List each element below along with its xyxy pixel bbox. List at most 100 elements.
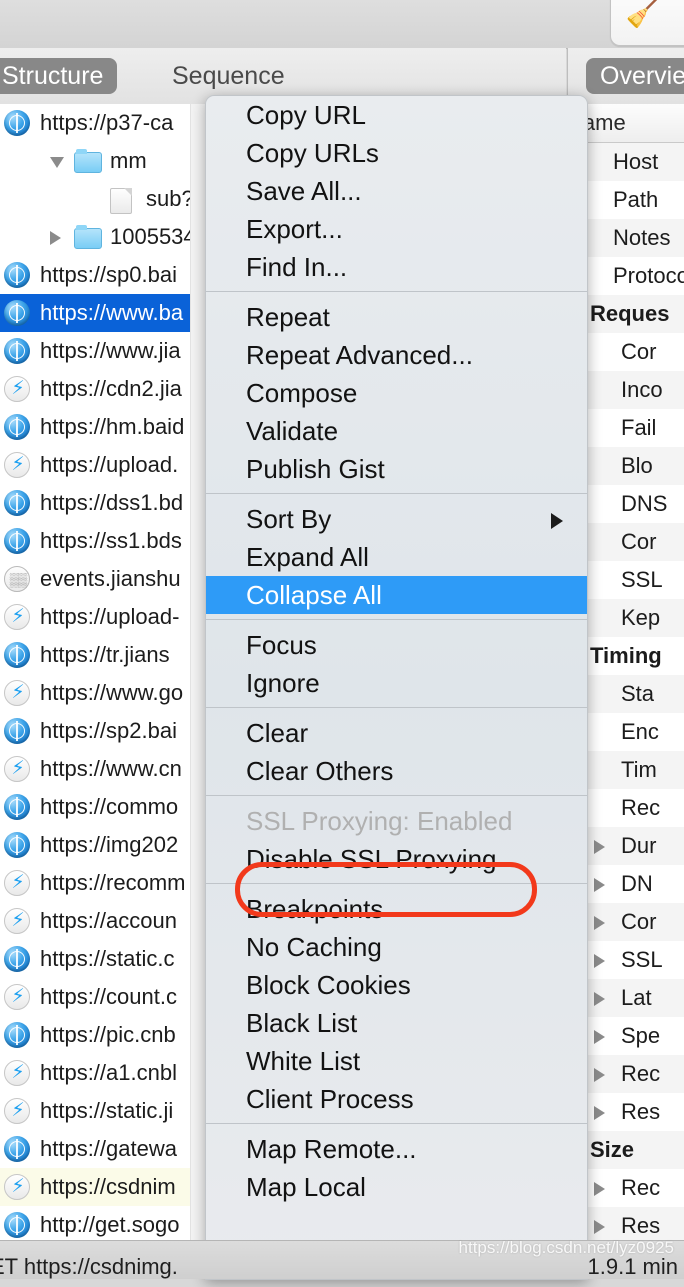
tab-sequence[interactable]: Sequence: [172, 58, 285, 94]
tree-row-label: https://commo: [40, 794, 179, 819]
property-label: Inco: [621, 377, 663, 402]
tree-row[interactable]: ⚡ https://a1.cnbl: [0, 1054, 206, 1092]
tree-row-label: https://www.go: [40, 680, 184, 705]
tab-structure[interactable]: Structure: [0, 58, 118, 94]
tree-row[interactable]: https://www.ba: [0, 294, 206, 332]
bolt-glyph: ⚡: [11, 1176, 25, 1197]
lightning-bolt-icon: ⚡: [4, 756, 30, 782]
chevron-right-icon[interactable]: [551, 513, 563, 529]
tree-row[interactable]: ⚡ https://static.ji: [0, 1092, 206, 1130]
menu-item[interactable]: Client Process: [206, 1080, 587, 1118]
menu-item[interactable]: Clear: [206, 714, 587, 752]
menu-item[interactable]: Sort By: [206, 500, 587, 538]
tree-row[interactable]: ⚡ https://www.go: [0, 674, 206, 712]
tree-row[interactable]: https://gatewa: [0, 1130, 206, 1168]
tree-row[interactable]: https://www.jia: [0, 332, 206, 370]
menu-item[interactable]: Ignore: [206, 664, 587, 702]
tree-row-label: https://ss1.bds: [40, 528, 182, 553]
tree-row[interactable]: ⚡ https://count.c: [0, 978, 206, 1016]
tree-row[interactable]: https://img202: [0, 826, 206, 864]
tree-row[interactable]: ⚡ https://cdn2.jia: [0, 370, 206, 408]
chevron-right-icon[interactable]: [594, 1182, 605, 1196]
session-tree[interactable]: https://p37-ca mm sub?tok10055343 https://s…: [0, 104, 206, 1240]
menu-separator: [206, 291, 587, 292]
tree-row-label: https://csdnim: [40, 1174, 176, 1199]
tree-row-label: https://hm.baid: [40, 414, 185, 439]
menu-item[interactable]: Repeat Advanced...: [206, 336, 587, 374]
tree-row[interactable]: ⚡ https://upload.: [0, 446, 206, 484]
menu-item[interactable]: No Caching: [206, 928, 587, 966]
chevron-right-icon[interactable]: [594, 1220, 605, 1234]
globe-icon: [4, 832, 30, 858]
property-label: Tim: [621, 757, 657, 782]
lightning-bolt-icon: ⚡: [4, 680, 30, 706]
menu-item[interactable]: Expand All: [206, 538, 587, 576]
context-menu[interactable]: Copy URL Copy URLs Save All... Export... Fin…: [205, 95, 588, 1280]
tree-row[interactable]: https://static.c: [0, 940, 206, 978]
chevron-right-icon[interactable]: [594, 1068, 605, 1082]
menu-item[interactable]: Publish Gist: [206, 450, 587, 488]
broom-icon: 🧹: [625, 0, 668, 29]
clear-session-button[interactable]: 🧹: [610, 0, 684, 46]
tree-row[interactable]: ⚡ https://accoun: [0, 902, 206, 940]
menu-item[interactable]: Block Cookies: [206, 966, 587, 1004]
tree-row[interactable]: https://ss1.bds: [0, 522, 206, 560]
chevron-right-icon[interactable]: [594, 878, 605, 892]
tree-row[interactable]: ⚡ https://csdnim: [0, 1168, 206, 1206]
menu-item[interactable]: Copy URL: [206, 96, 587, 134]
tree-row[interactable]: https://commo: [0, 788, 206, 826]
tree-row[interactable]: https://pic.cnb: [0, 1016, 206, 1054]
menu-item[interactable]: Focus: [206, 626, 587, 664]
menu-item[interactable]: Collapse All: [206, 576, 587, 614]
chevron-right-icon[interactable]: [594, 1106, 605, 1120]
tree-row[interactable]: http://get.sogo: [0, 1206, 206, 1240]
menu-item-label: Map Remote...: [246, 1134, 417, 1164]
tree-row[interactable]: https://hm.baid: [0, 408, 206, 446]
chevron-down-icon[interactable]: [50, 157, 64, 168]
chevron-right-icon[interactable]: [594, 840, 605, 854]
menu-item[interactable]: Map Remote...: [206, 1130, 587, 1168]
tree-row[interactable]: mm: [0, 142, 206, 180]
tree-row[interactable]: https://sp0.bai: [0, 256, 206, 294]
property-label: Cor: [621, 529, 657, 554]
tree-row[interactable]: ⚡ https://upload-: [0, 598, 206, 636]
tree-row[interactable]: ▒▒ events.jianshu: [0, 560, 206, 598]
bolt-glyph: ⚡: [11, 872, 25, 893]
tree-row[interactable]: https://sp2.bai: [0, 712, 206, 750]
tree-row[interactable]: https://p37-ca: [0, 104, 206, 142]
chevron-right-icon[interactable]: [594, 992, 605, 1006]
tree-row[interactable]: https://tr.jians: [0, 636, 206, 674]
menu-item[interactable]: Validate: [206, 412, 587, 450]
tree-row[interactable]: sub?tok: [0, 180, 206, 218]
tree-row[interactable]: ⚡ https://recomm: [0, 864, 206, 902]
bolt-glyph: ⚡: [11, 378, 25, 399]
tree-row-label: https://upload-: [40, 604, 180, 629]
menu-item[interactable]: Compose: [206, 374, 587, 412]
menu-item[interactable]: Repeat: [206, 298, 587, 336]
bolt-glyph: ⚡: [11, 910, 25, 931]
menu-item[interactable]: Save All...: [206, 172, 587, 210]
tree-row[interactable]: 10055343: [0, 218, 206, 256]
chevron-right-icon[interactable]: [594, 1030, 605, 1044]
menu-item[interactable]: Breakpoints: [206, 890, 587, 928]
chevron-right-icon[interactable]: [594, 954, 605, 968]
menu-item[interactable]: Copy URLs: [206, 134, 587, 172]
menu-item[interactable]: Map Local: [206, 1168, 587, 1206]
menu-item[interactable]: Find In...: [206, 248, 587, 286]
menu-item[interactable]: Export...: [206, 210, 587, 248]
tree-row-label: https://tr.jians: [40, 642, 170, 667]
chevron-right-icon[interactable]: [594, 916, 605, 930]
menu-item-label: Copy URLs: [246, 138, 379, 168]
tree-row-label: https://www.jia: [40, 338, 181, 363]
menu-item-label: Collapse All: [246, 580, 382, 610]
menu-item[interactable]: White List: [206, 1042, 587, 1080]
menu-item[interactable]: Disable SSL Proxying: [206, 840, 587, 878]
chevron-right-icon[interactable]: [50, 231, 61, 245]
menu-separator: [206, 707, 587, 708]
tree-row[interactable]: https://dss1.bd: [0, 484, 206, 522]
menu-item[interactable]: Clear Others: [206, 752, 587, 790]
tree-row[interactable]: ⚡ https://www.cn: [0, 750, 206, 788]
menu-item[interactable]: Black List: [206, 1004, 587, 1042]
tab-overview[interactable]: Overvie: [586, 58, 684, 94]
property-label: Kep: [621, 605, 661, 630]
